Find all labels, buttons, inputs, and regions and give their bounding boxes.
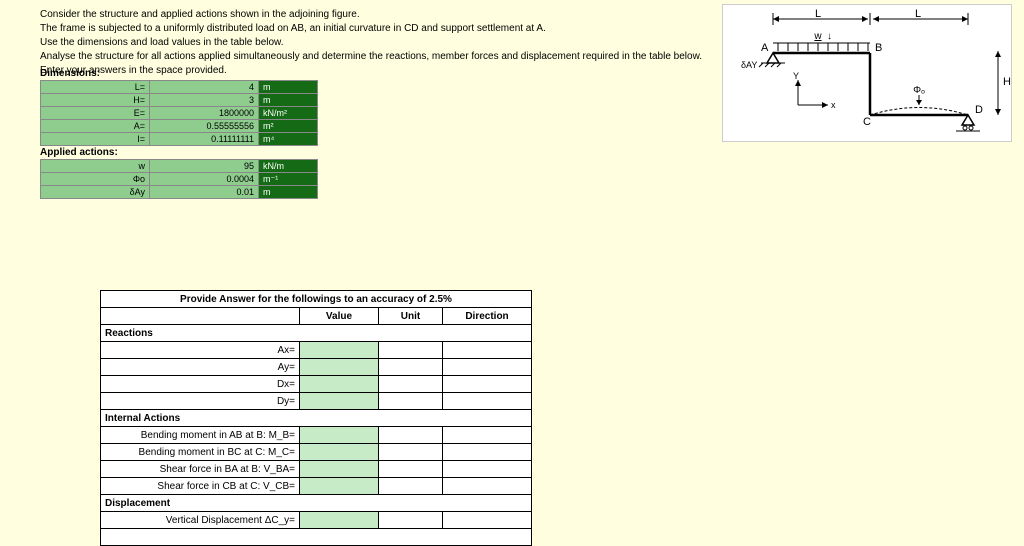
intro-line-4: Analyse the structure for all actions ap…	[40, 50, 720, 63]
svg-text:L: L	[815, 8, 821, 20]
svg-text:w: w	[813, 31, 822, 42]
intro-line-5: Enter your answers in the space provided…	[40, 64, 720, 77]
col-value: Value	[300, 308, 379, 325]
svg-text:D: D	[975, 104, 983, 116]
section-internal: Internal Actions	[101, 410, 532, 427]
input-dy[interactable]	[300, 393, 379, 410]
input-vba[interactable]	[300, 461, 379, 478]
input-mb[interactable]	[300, 427, 379, 444]
svg-text:B: B	[875, 42, 882, 54]
input-dx[interactable]	[300, 376, 379, 393]
dimensions-title: Dimensions:	[40, 68, 100, 79]
input-ay[interactable]	[300, 359, 379, 376]
answer-caption: Provide Answer for the followings to an …	[101, 291, 532, 308]
svg-text:L: L	[915, 8, 921, 20]
actions-table: w95kN/m Φo0.0004m⁻¹ δAy0.01m	[40, 159, 318, 199]
input-vcb[interactable]	[300, 478, 379, 495]
dim-row-L: L=4m	[41, 81, 318, 94]
section-displacement: Displacement	[101, 495, 532, 512]
col-direction: Direction	[443, 308, 532, 325]
section-reactions: Reactions	[101, 325, 532, 342]
structure-svg: L L H w ↓ A δAY B C D Φₒ x Y	[723, 5, 1011, 141]
input-dcy[interactable]	[300, 512, 379, 529]
intro-line-3: Use the dimensions and load values in th…	[40, 36, 720, 49]
answer-table: Provide Answer for the followings to an …	[100, 290, 532, 546]
act-row-w: w95kN/m	[41, 160, 318, 173]
input-ax[interactable]	[300, 342, 379, 359]
svg-text:Φₒ: Φₒ	[913, 85, 925, 96]
dim-row-A: A=0.55555556m²	[41, 120, 318, 133]
col-unit: Unit	[379, 308, 443, 325]
actions-title: Applied actions:	[40, 147, 118, 158]
structure-figure: L L H w ↓ A δAY B C D Φₒ x Y	[722, 4, 1012, 142]
dim-row-I: I=0.11111111m⁴	[41, 133, 318, 146]
intro-line-2: The frame is subjected to a uniformly di…	[40, 22, 720, 35]
act-row-delta: δAy0.01m	[41, 186, 318, 199]
dim-row-E: E=1800000kN/m²	[41, 107, 318, 120]
svg-text:H: H	[1003, 76, 1011, 88]
dim-row-H: H=3m	[41, 94, 318, 107]
dimensions-table: L=4m H=3m E=1800000kN/m² A=0.55555556m² …	[40, 80, 318, 146]
intro-line-1: Consider the structure and applied actio…	[40, 8, 720, 21]
svg-text:A: A	[761, 42, 769, 54]
svg-text:δAY: δAY	[741, 60, 757, 70]
problem-statement: Consider the structure and applied actio…	[40, 8, 720, 78]
svg-text:Y: Y	[793, 71, 799, 81]
svg-text:C: C	[863, 116, 871, 128]
input-mc[interactable]	[300, 444, 379, 461]
act-row-phi: Φo0.0004m⁻¹	[41, 173, 318, 186]
svg-text:x: x	[831, 100, 836, 110]
svg-text:↓: ↓	[827, 31, 832, 42]
